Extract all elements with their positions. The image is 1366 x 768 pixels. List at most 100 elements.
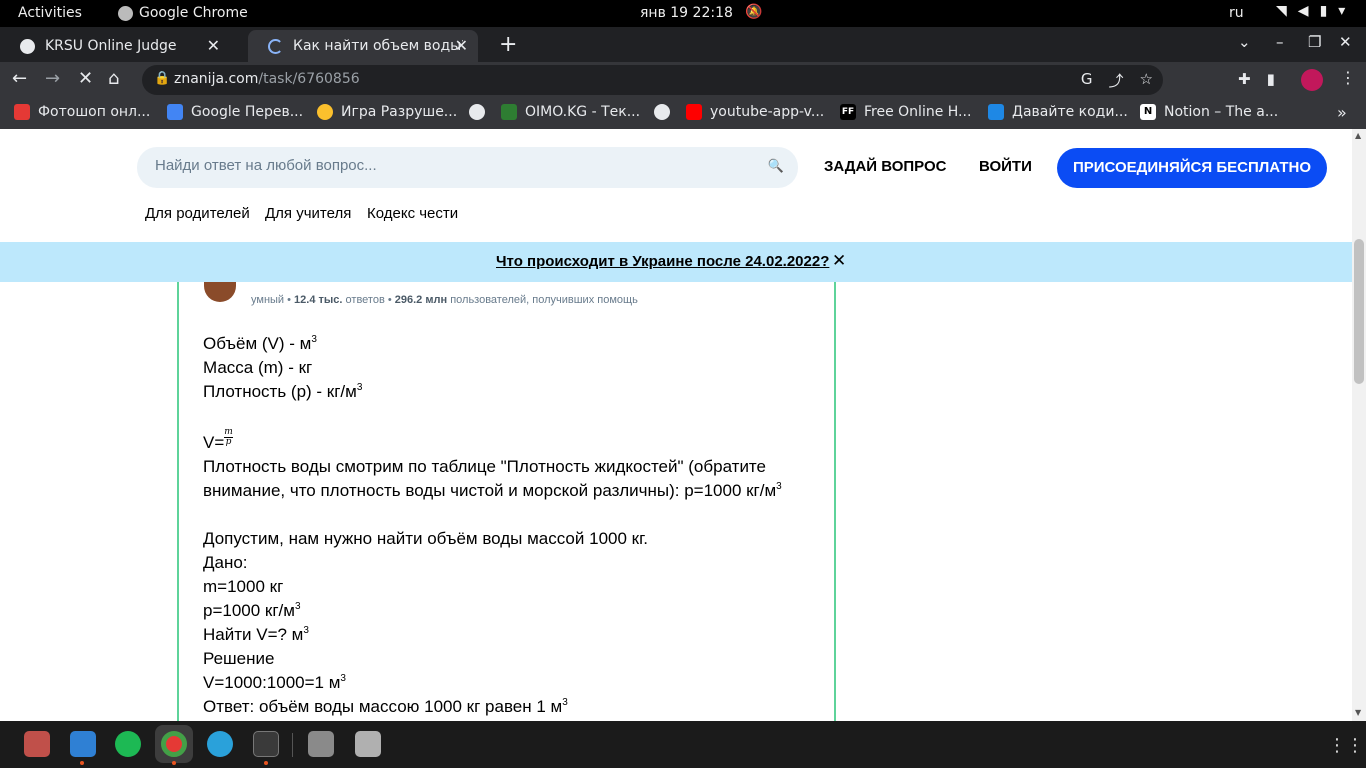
telegram-icon[interactable] — [207, 731, 233, 757]
helped-count: 296.2 млн — [394, 294, 448, 306]
trash-icon[interactable] — [355, 731, 381, 757]
browser-toolbar: ← → ✕ ⌂ 🔒 znanija.com/task/6760856 G ⤴ ☆… — [0, 62, 1366, 98]
ubuntu-dock: ⋮⋮⋮ — [0, 721, 1366, 768]
site-search[interactable]: 🔍 — [137, 147, 798, 188]
page-scrollbar[interactable]: ▲ ▼ — [1352, 129, 1366, 721]
nav-for-teachers[interactable]: Для учителя — [265, 205, 351, 222]
google-translate-icon — [167, 104, 183, 120]
app-menu[interactable]: Google Chrome — [118, 5, 248, 21]
answer-line: Ответ: объём воды массою 1000 кг равен 1… — [203, 697, 568, 716]
nav-for-parents[interactable]: Для родителей — [145, 205, 250, 222]
bookmark-item[interactable]: Давайте коди... — [988, 104, 1128, 120]
scroll-down-arrow-icon[interactable]: ▼ — [1355, 708, 1361, 717]
terminal-icon[interactable] — [253, 731, 279, 757]
maximize-button[interactable]: ❐ — [1308, 33, 1321, 51]
bookmark-label: Free Online H... — [864, 104, 972, 120]
running-indicator — [80, 761, 84, 765]
files-icon[interactable] — [24, 731, 50, 757]
more-bookmarks-icon[interactable]: » — [1337, 103, 1347, 122]
answer-line: Допустим, нам нужно найти объём воды мас… — [203, 529, 648, 548]
answer-line-blank — [203, 404, 823, 428]
answers-count: 12.4 тыс. — [294, 294, 343, 306]
arrow-red-icon — [14, 104, 30, 120]
bookmark-item[interactable]: OIMO.KG - Тек... — [501, 104, 640, 120]
answer-line-blank — [203, 503, 823, 527]
bookmark-item[interactable] — [654, 104, 670, 120]
globe-icon — [654, 104, 670, 120]
answer-line: Масса (m) - кг — [203, 358, 313, 377]
lock-icon[interactable]: 🔒 — [154, 71, 170, 86]
close-icon[interactable]: ✕ — [207, 36, 220, 55]
bookmark-item[interactable]: Google Перев... — [167, 104, 303, 120]
answer-line: V= m p — [203, 427, 233, 452]
answer-card: умный • 12.4 тыс. ответов • 296.2 млн по… — [177, 280, 836, 721]
minimize-button[interactable]: – — [1276, 33, 1284, 51]
google-lens-icon[interactable]: G — [1081, 70, 1093, 91]
chrome-icon[interactable] — [161, 731, 187, 757]
tab-znanija[interactable]: Как найти объем воды??? ✕ — [248, 30, 478, 62]
banner-link[interactable]: Что происходит в Украине после 24.02.202… — [496, 253, 829, 270]
running-indicator — [264, 761, 268, 765]
dock-separator — [292, 733, 293, 757]
bookmark-star-icon[interactable]: ☆ — [1140, 70, 1153, 91]
bookmark-item[interactable]: Фотошоп онл... — [14, 104, 150, 120]
join-free-button[interactable]: ПРИСОЕДИНЯЙСЯ БЕСПЛАТНО — [1057, 148, 1327, 188]
helped-label: пользователей, получивших помощь — [450, 294, 638, 306]
bookmark-item[interactable]: Игра Разруше... — [317, 104, 457, 120]
chrome-menu-icon[interactable]: ⋮ — [1340, 68, 1356, 87]
spotify-icon[interactable] — [115, 731, 141, 757]
stop-button[interactable]: ✕ — [78, 68, 93, 89]
ask-question-link[interactable]: ЗАДАЙ ВОПРОС — [824, 158, 946, 175]
battery-icon: ▮ — [1319, 3, 1328, 19]
clock[interactable]: янв 19 22:18 — [640, 5, 733, 21]
nav-honor-code[interactable]: Кодекс чести — [367, 205, 458, 222]
bookmark-item[interactable]: youtube-app-v... — [686, 104, 824, 120]
bookmark-item[interactable]: FF Free Online H... — [840, 104, 971, 120]
url-text[interactable]: znanija.com/task/6760856 — [174, 71, 360, 87]
home-button[interactable]: ⌂ — [108, 68, 119, 89]
tab-title: KRSU Online Judge — [45, 38, 177, 54]
bookmarks-bar: Фотошоп онл... Google Перев... Игра Разр… — [0, 98, 1366, 129]
code-icon — [988, 104, 1004, 120]
search-icon[interactable]: 🔍 — [768, 159, 784, 174]
volume-icon: ◀ — [1297, 3, 1309, 19]
running-indicator — [172, 761, 176, 765]
address-bar[interactable]: 🔒 znanija.com/task/6760856 G ⤴ ☆ — [142, 65, 1163, 95]
search-input[interactable] — [155, 157, 755, 174]
bookmark-item[interactable] — [469, 104, 485, 120]
scroll-up-arrow-icon[interactable]: ▲ — [1355, 131, 1361, 140]
share-icon[interactable]: ⤴ — [1109, 70, 1124, 91]
scrollbar-thumb[interactable] — [1354, 239, 1364, 384]
show-applications-icon[interactable]: ⋮⋮⋮ — [1328, 735, 1366, 756]
app-name: Google Chrome — [139, 5, 248, 21]
login-link[interactable]: ВОЙТИ — [979, 158, 1032, 175]
bookmark-label: Google Перев... — [191, 104, 304, 120]
close-icon[interactable]: ✕ — [832, 251, 846, 271]
profile-avatar[interactable] — [1301, 69, 1323, 91]
side-panel-icon[interactable]: ▮ — [1267, 70, 1275, 88]
vscode-icon[interactable] — [70, 731, 96, 757]
answers-label: ответов — [345, 294, 385, 306]
document-icon[interactable] — [308, 731, 334, 757]
system-tray[interactable]: ◥ ◀ ▮ ▾ — [1276, 3, 1345, 19]
forward-button[interactable]: → — [45, 68, 60, 89]
bookmark-item[interactable]: N Notion – The a... — [1140, 104, 1278, 120]
globe-icon — [469, 104, 485, 120]
tab-search-chevron-icon[interactable]: ⌄ — [1238, 33, 1251, 51]
new-tab-button[interactable]: + — [499, 32, 517, 57]
input-language[interactable]: ru — [1229, 5, 1244, 21]
window-close-button[interactable]: ✕ — [1339, 33, 1352, 51]
answer-body: Объём (V) - м3 Масса (m) - кг Плотность … — [203, 332, 823, 719]
url-path: /task/6760856 — [258, 71, 360, 87]
notion-icon: N — [1140, 104, 1156, 120]
tab-krsu[interactable]: KRSU Online Judge ✕ — [0, 30, 230, 62]
extensions-puzzle-icon[interactable]: ✚ — [1238, 70, 1251, 88]
author-avatar[interactable] — [204, 280, 236, 302]
close-icon[interactable]: ✕ — [455, 36, 468, 55]
test-icon — [501, 104, 517, 120]
back-button[interactable]: ← — [12, 68, 27, 89]
activities-button[interactable]: Activities — [18, 5, 82, 21]
answer-line: Плотность (p) - кг/м3 — [203, 382, 363, 401]
tab-strip: KRSU Online Judge ✕ Как найти объем воды… — [0, 27, 1366, 62]
answer-line: V=1000:1000=1 м3 — [203, 673, 346, 692]
